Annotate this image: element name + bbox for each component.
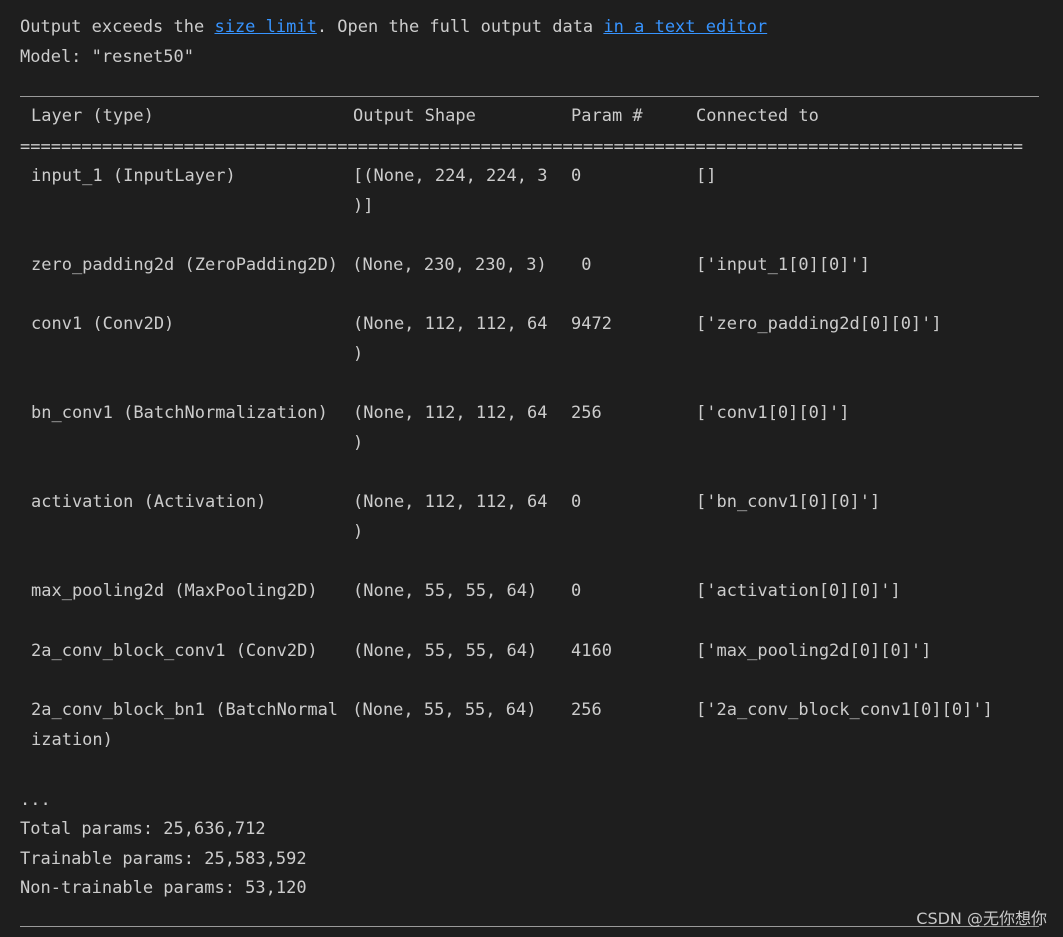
row-connected: ['max_pooling2d[0][0]'] bbox=[696, 641, 932, 661]
row-connected: ['2a_conv_block_conv1[0][0]'] bbox=[696, 700, 993, 720]
header-connected-to: Connected to bbox=[696, 106, 819, 126]
row-layer: activation (Activation) bbox=[31, 492, 267, 512]
truncated-ellipsis: ... bbox=[20, 790, 51, 810]
row-shape-wrap: )] bbox=[353, 196, 374, 216]
row-connected: ['input_1[0][0]'] bbox=[696, 255, 870, 275]
non-trainable-params: Non-trainable params: 53,120 bbox=[20, 878, 307, 898]
notice-middle: . Open the full output data bbox=[316, 17, 604, 37]
row-shape: [(None, 224, 224, 3 bbox=[353, 166, 548, 186]
row-param: 0 bbox=[571, 492, 582, 512]
row-connected: [] bbox=[696, 166, 717, 186]
row-layer: 2a_conv_block_conv1 (Conv2D) bbox=[31, 641, 318, 661]
row-shape: (None, 112, 112, 64 bbox=[353, 492, 548, 512]
trainable-params: Trainable params: 25,583,592 bbox=[20, 849, 307, 869]
model-name-line: Model: "resnet50" bbox=[20, 47, 194, 67]
row-shape-wrap: ) bbox=[353, 522, 364, 542]
row-param: 9472 bbox=[571, 314, 612, 334]
row-layer: conv1 (Conv2D) bbox=[31, 314, 175, 334]
row-layer: 2a_conv_block_bn1 (BatchNormal bbox=[31, 700, 339, 720]
row-shape-wrap: ) bbox=[353, 344, 364, 364]
row-param: 0 bbox=[571, 166, 582, 186]
row-connected: ['activation[0][0]'] bbox=[696, 581, 901, 601]
row-shape: (None, 230, 230, 3) bbox=[342, 255, 547, 275]
notebook-cell-output: Output exceeds the size limit. Open the … bbox=[0, 0, 1063, 937]
row-connected: ['zero_padding2d[0][0]'] bbox=[696, 314, 942, 334]
size-limit-link[interactable]: size limit bbox=[214, 17, 316, 37]
header-output-shape: Output Shape bbox=[353, 106, 476, 126]
row-shape: (None, 55, 55, 64) bbox=[353, 641, 538, 661]
row-layer: bn_conv1 (BatchNormalization) bbox=[31, 403, 328, 423]
header-double-rule: ========================================… bbox=[20, 137, 1024, 157]
row-param: 256 bbox=[571, 700, 602, 720]
total-params: Total params: 25,636,712 bbox=[20, 819, 266, 839]
row-connected: ['conv1[0][0]'] bbox=[696, 403, 850, 423]
row-shape: (None, 55, 55, 64) bbox=[353, 581, 538, 601]
top-divider bbox=[20, 96, 1039, 97]
row-shape: (None, 55, 55, 64) bbox=[342, 700, 537, 720]
row-param: 0 bbox=[571, 255, 592, 275]
bottom-divider bbox=[20, 926, 1039, 927]
row-shape-wrap: ) bbox=[353, 433, 364, 453]
header-layer-type: Layer (type) bbox=[31, 106, 154, 126]
row-layer-wrap: ization) bbox=[31, 730, 113, 750]
output-truncation-notice: Output exceeds the size limit. Open the … bbox=[20, 16, 767, 38]
row-param: 256 bbox=[571, 403, 602, 423]
row-layer: max_pooling2d (MaxPooling2D) bbox=[31, 581, 318, 601]
row-param: 0 bbox=[571, 581, 582, 601]
watermark: CSDN @无你想你 bbox=[916, 909, 1047, 928]
row-shape: (None, 112, 112, 64 bbox=[353, 403, 548, 423]
row-shape: (None, 112, 112, 64 bbox=[353, 314, 548, 334]
notice-prefix: Output exceeds the bbox=[20, 17, 215, 37]
row-connected: ['bn_conv1[0][0]'] bbox=[696, 492, 881, 512]
row-param: 4160 bbox=[571, 641, 612, 661]
header-param-count: Param # bbox=[571, 106, 643, 126]
row-layer: zero_padding2d (ZeroPadding2D) bbox=[31, 255, 339, 275]
row-layer: input_1 (InputLayer) bbox=[31, 166, 236, 186]
open-in-text-editor-link[interactable]: in a text editor bbox=[603, 17, 767, 37]
